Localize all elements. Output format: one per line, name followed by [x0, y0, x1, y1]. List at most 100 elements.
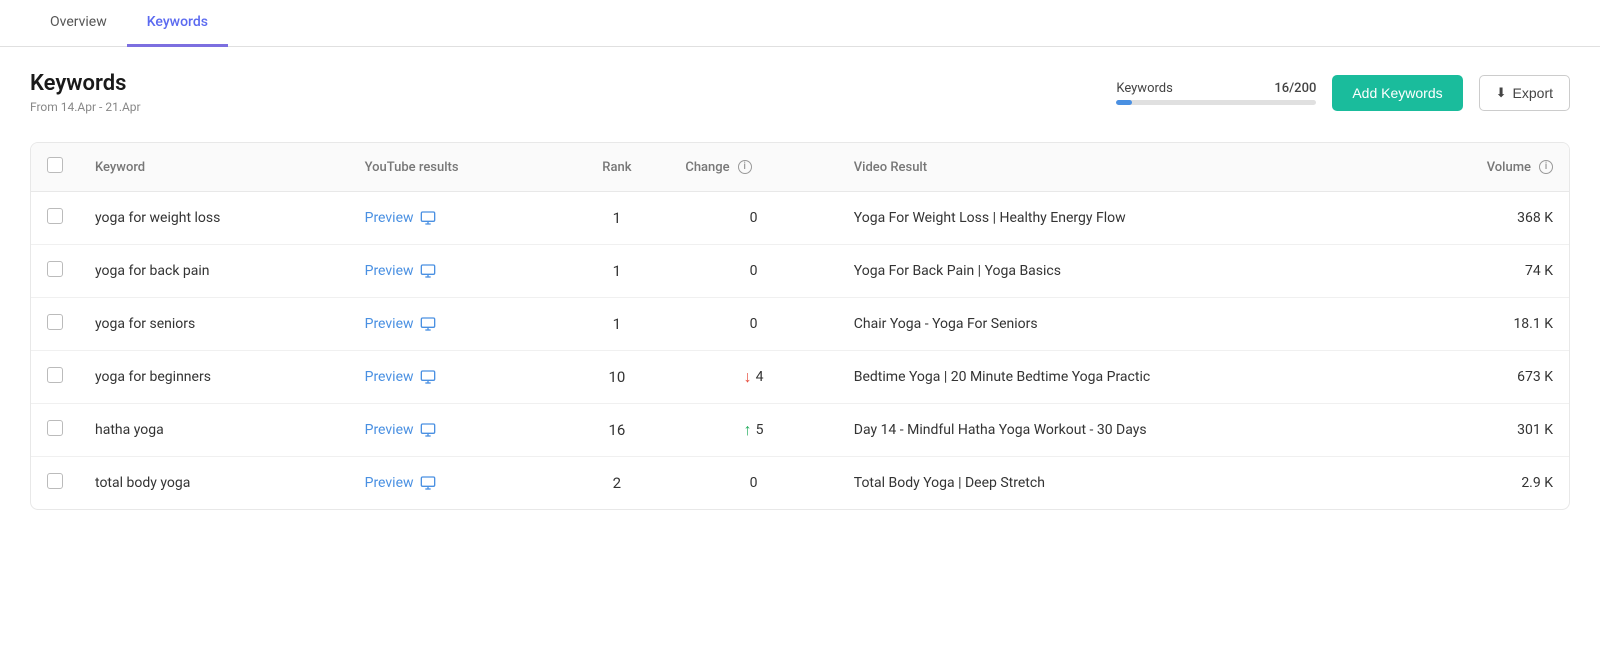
- preview-icon: [420, 475, 436, 491]
- row-checkbox[interactable]: [47, 473, 63, 489]
- volume-cell: 2.9 K: [1401, 457, 1570, 510]
- row-checkbox[interactable]: [47, 314, 63, 330]
- preview-icon: [420, 369, 436, 385]
- table-header: Keyword YouTube results Rank Change i: [31, 143, 1569, 192]
- change-value: 0: [750, 210, 758, 226]
- page-subtitle: From 14.Apr - 21.Apr: [30, 100, 141, 114]
- change-value: 0: [750, 475, 758, 491]
- table-row: yoga for seniors Preview 1 0 Chair Yoga - Yo…: [31, 298, 1569, 351]
- th-rank: Rank: [564, 143, 669, 192]
- preview-text: Preview: [365, 316, 414, 332]
- preview-text: Preview: [365, 369, 414, 385]
- keyword-cell: yoga for beginners: [79, 351, 349, 404]
- keyword-cell: yoga for seniors: [79, 298, 349, 351]
- volume-cell: 74 K: [1401, 245, 1570, 298]
- add-keywords-button[interactable]: Add Keywords: [1332, 75, 1462, 111]
- volume-cell: 368 K: [1401, 192, 1570, 245]
- change-cell: 0: [669, 192, 837, 245]
- change-cell: 0: [669, 245, 837, 298]
- keyword-cell: hatha yoga: [79, 404, 349, 457]
- change-value: 0: [750, 316, 758, 332]
- row-checkbox-cell: [31, 457, 79, 510]
- table-body: yoga for weight lossPreview10Yoga For We…: [31, 192, 1569, 510]
- keywords-counter-top: Keywords 16/200: [1116, 81, 1316, 96]
- change-info-icon[interactable]: i: [738, 160, 752, 174]
- keywords-label: Keywords: [1116, 81, 1172, 96]
- rank-cell: 16: [564, 404, 669, 457]
- preview-link[interactable]: Preview: [365, 316, 549, 332]
- rank-cell: 1: [564, 245, 669, 298]
- row-checkbox[interactable]: [47, 367, 63, 383]
- tab-keywords[interactable]: Keywords: [127, 0, 228, 47]
- keyword-cell: total body yoga: [79, 457, 349, 510]
- row-checkbox[interactable]: [47, 261, 63, 277]
- youtube-cell: Preview: [349, 351, 565, 404]
- preview-link[interactable]: Preview: [365, 263, 549, 279]
- video-result-cell: Total Body Yoga | Deep Stretch: [838, 457, 1401, 510]
- video-result-cell: Day 14 - Mindful Hatha Yoga Workout - 30…: [838, 404, 1401, 457]
- arrow-down-icon: ↓: [744, 367, 752, 387]
- keywords-count: 16/200: [1274, 81, 1316, 96]
- row-checkbox[interactable]: [47, 420, 63, 436]
- export-button[interactable]: ⬇ Export: [1479, 75, 1570, 111]
- preview-link[interactable]: Preview: [365, 369, 549, 385]
- preview-icon: [420, 422, 436, 438]
- table-row: total body yoga Preview 2 0 Total Body Yoga …: [31, 457, 1569, 510]
- keyword-cell: yoga for weight loss: [79, 192, 349, 245]
- rank-cell: 1: [564, 298, 669, 351]
- youtube-cell: Preview: [349, 404, 565, 457]
- table-row: yoga for back painPreview10Yoga For Back…: [31, 245, 1569, 298]
- change-value: 0: [750, 263, 758, 279]
- th-checkbox: [31, 143, 79, 192]
- header-right: Keywords 16/200 Add Keywords ⬇ Export: [1116, 75, 1570, 111]
- volume-cell: 673 K: [1401, 351, 1570, 404]
- preview-text: Preview: [365, 475, 414, 491]
- video-result-cell: Bedtime Yoga | 20 Minute Bedtime Yoga Pr…: [838, 351, 1401, 404]
- preview-text: Preview: [365, 422, 414, 438]
- video-result-cell: Chair Yoga - Yoga For Seniors: [838, 298, 1401, 351]
- preview-text: Preview: [365, 210, 414, 226]
- row-checkbox[interactable]: [47, 208, 63, 224]
- page-title: Keywords: [30, 71, 141, 97]
- preview-link[interactable]: Preview: [365, 210, 549, 226]
- preview-text: Preview: [365, 263, 414, 279]
- main-content: Keywords From 14.Apr - 21.Apr Keywords 1…: [0, 47, 1600, 534]
- header-row: Keywords From 14.Apr - 21.Apr Keywords 1…: [30, 71, 1570, 114]
- th-change: Change i: [669, 143, 837, 192]
- table-row: hatha yogaPreview16↑5Day 14 - Mindful Ha…: [31, 404, 1569, 457]
- keywords-counter: Keywords 16/200: [1116, 81, 1316, 105]
- change-cell: ↓4: [669, 351, 837, 404]
- row-checkbox-cell: [31, 298, 79, 351]
- tab-overview[interactable]: Overview: [30, 0, 127, 47]
- progress-bar-bg: [1116, 100, 1316, 105]
- preview-link[interactable]: Preview: [365, 475, 549, 491]
- video-result-cell: Yoga For Weight Loss | Healthy Energy Fl…: [838, 192, 1401, 245]
- volume-cell: 18.1 K: [1401, 298, 1570, 351]
- change-cell: 0: [669, 457, 837, 510]
- rank-cell: 10: [564, 351, 669, 404]
- preview-icon: [420, 263, 436, 279]
- change-cell: 0: [669, 298, 837, 351]
- arrow-up-icon: ↑: [744, 420, 752, 440]
- page-title-block: Keywords From 14.Apr - 21.Apr: [30, 71, 141, 114]
- tab-bar: Overview Keywords: [0, 0, 1600, 47]
- youtube-cell: Preview: [349, 457, 565, 510]
- rank-cell: 2: [564, 457, 669, 510]
- keywords-table-container: Keyword YouTube results Rank Change i: [30, 142, 1570, 510]
- volume-info-icon[interactable]: i: [1539, 160, 1553, 174]
- youtube-cell: Preview: [349, 245, 565, 298]
- change-value: 5: [756, 422, 764, 438]
- download-icon: ⬇: [1496, 85, 1507, 101]
- keywords-table: Keyword YouTube results Rank Change i: [31, 143, 1569, 509]
- preview-icon: [420, 210, 436, 226]
- th-volume: Volume i: [1401, 143, 1570, 192]
- keyword-cell: yoga for back pain: [79, 245, 349, 298]
- change-value: 4: [756, 369, 764, 385]
- header-checkbox[interactable]: [47, 157, 63, 173]
- row-checkbox-cell: [31, 351, 79, 404]
- progress-bar-fill: [1116, 100, 1132, 105]
- th-keyword: Keyword: [79, 143, 349, 192]
- table-row: yoga for weight lossPreview10Yoga For We…: [31, 192, 1569, 245]
- preview-link[interactable]: Preview: [365, 422, 549, 438]
- change-cell: ↑5: [669, 404, 837, 457]
